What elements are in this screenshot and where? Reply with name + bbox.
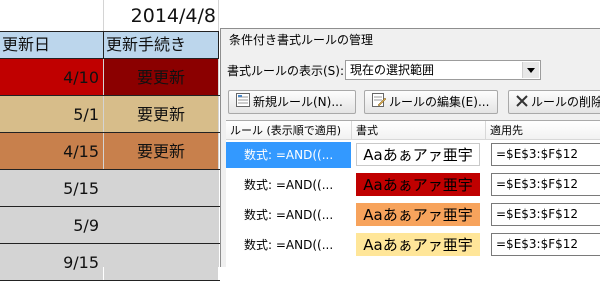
applies-to-field[interactable]: =$E$3:$F$12 bbox=[491, 143, 600, 166]
procedure-cell[interactable] bbox=[104, 207, 218, 244]
new-rule-icon bbox=[236, 92, 250, 114]
format-sample: Aaあぁアァ亜宇 bbox=[356, 143, 480, 166]
format-sample: Aaあぁアァ亜宇 bbox=[356, 173, 480, 196]
procedure-cell[interactable] bbox=[104, 170, 218, 207]
rule-condition: 数式: =AND((... bbox=[226, 142, 351, 168]
header-cell-update-date[interactable]: 更新日 bbox=[0, 31, 104, 59]
edit-rule-label: ルールの編集(E)... bbox=[389, 95, 490, 109]
applies-to-field[interactable]: =$E$3:$F$12 bbox=[491, 173, 600, 196]
procedure-cell[interactable]: 要更新 bbox=[104, 133, 218, 170]
rules-grid: ルール (表示順で適用) 書式 適用先 数式: =AND((... Aaあぁアァ亜… bbox=[226, 120, 600, 267]
rule-condition: 数式: =AND((... bbox=[244, 178, 334, 192]
conditional-format-dialog: 条件付き書式ルールの管理 書式ルールの表示(S): 現在の選択範囲 新規ルール(… bbox=[220, 28, 600, 267]
column-header-format[interactable]: 書式 bbox=[352, 121, 486, 140]
edit-rule-icon bbox=[372, 92, 387, 114]
delete-x-icon bbox=[516, 92, 528, 114]
rule-row[interactable]: 数式: =AND((... Aaあぁアァ亜宇 =$E$3:$F$12 bbox=[226, 230, 600, 260]
date-cell[interactable]: 2014/4/8 bbox=[120, 0, 220, 32]
applies-to-field[interactable]: =$E$3:$F$12 bbox=[491, 233, 600, 256]
delete-rule-label: ルールの削除 bbox=[531, 95, 600, 109]
show-rules-value: 現在の選択範囲 bbox=[350, 63, 435, 77]
format-sample: Aaあぁアァ亜宇 bbox=[356, 233, 480, 256]
new-rule-label: 新規ルール(N)... bbox=[253, 95, 343, 109]
date-cell[interactable]: 5/1 bbox=[0, 96, 103, 133]
delete-rule-button[interactable]: ルールの削除 bbox=[508, 90, 600, 114]
column-header-applies-to[interactable]: 適用先 bbox=[486, 121, 600, 140]
date-cell[interactable]: 5/9 bbox=[0, 207, 103, 244]
rule-row[interactable]: 数式: =AND((... Aaあぁアァ亜宇 =$E$3:$F$12 bbox=[226, 200, 600, 230]
rule-row[interactable]: 数式: =AND((... Aaあぁアァ亜宇 =$E$3:$F$12 bbox=[226, 140, 600, 170]
date-cell[interactable]: 4/10 bbox=[0, 59, 103, 96]
show-rules-label: 書式ルールの表示(S): bbox=[227, 64, 345, 78]
procedure-cell[interactable]: 要更新 bbox=[104, 96, 218, 133]
show-rules-select[interactable]: 現在の選択範囲 bbox=[345, 60, 541, 80]
rule-condition: 数式: =AND((... bbox=[244, 208, 334, 222]
rule-condition: 数式: =AND((... bbox=[244, 238, 334, 252]
procedure-cell[interactable]: 要更新 bbox=[104, 59, 218, 96]
date-cell[interactable]: 4/15 bbox=[0, 133, 103, 170]
chevron-down-icon[interactable] bbox=[522, 62, 539, 78]
applies-to-field[interactable]: =$E$3:$F$12 bbox=[491, 203, 600, 226]
date-cell[interactable]: 5/15 bbox=[0, 170, 103, 207]
new-rule-button[interactable]: 新規ルール(N)... bbox=[228, 90, 356, 114]
header-cell-update-procedure[interactable]: 更新手続き bbox=[103, 31, 219, 59]
edit-rule-button[interactable]: ルールの編集(E)... bbox=[364, 90, 498, 114]
dialog-title: 条件付き書式ルールの管理 bbox=[229, 33, 374, 47]
rule-row[interactable]: 数式: =AND((... Aaあぁアァ亜宇 =$E$3:$F$12 bbox=[226, 170, 600, 200]
date-cell[interactable]: 9/15 bbox=[0, 244, 103, 281]
procedure-cell[interactable] bbox=[104, 244, 218, 281]
column-header-rule[interactable]: ルール (表示順で適用) bbox=[226, 121, 352, 140]
format-sample: Aaあぁアァ亜宇 bbox=[356, 203, 480, 226]
